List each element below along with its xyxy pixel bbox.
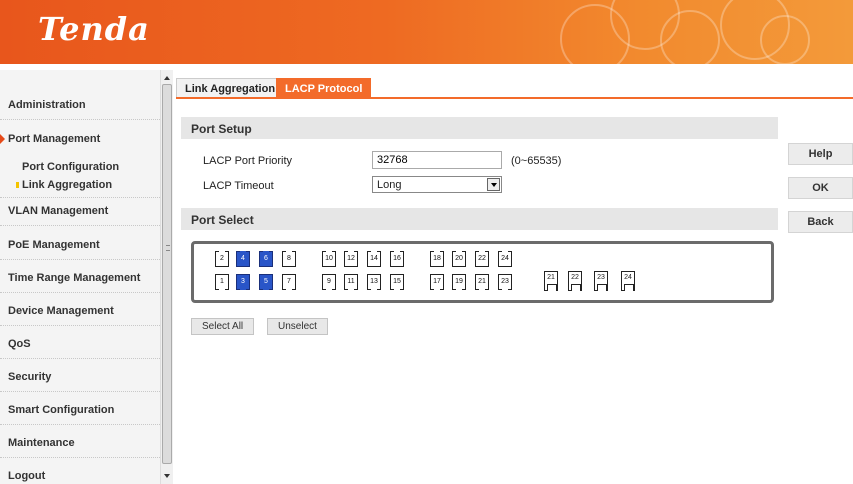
port-3[interactable]: 3 [236,274,250,290]
lacp-timeout-label: LACP Timeout [203,180,274,192]
sidebar-item-label: Logout [8,470,46,482]
port-2[interactable]: 2 [215,251,229,267]
sidebar-item-link-aggregation[interactable]: Link Aggregation [0,176,160,198]
port-21[interactable]: 21 [475,274,489,290]
section-title: Port Select [191,213,254,227]
sidebar-item-label: Link Aggregation [22,179,113,191]
header-banner: Tenda [0,0,853,64]
sfp-port-24[interactable]: 24 [621,271,635,291]
port-select-header: Port Select [181,208,778,230]
help-button[interactable]: Help [788,143,853,165]
sidebar-item-qos[interactable]: QoS [0,329,160,359]
port-19[interactable]: 19 [452,274,466,290]
port-18[interactable]: 18 [430,251,444,267]
sidebar-item-label: Smart Configuration [8,404,115,416]
port-23[interactable]: 23 [498,274,512,290]
sidebar-item-time-range-management[interactable]: Time Range Management [0,263,160,293]
port-panel: 2 4 6 8 10 12 14 16 18 20 22 24 1 3 5 7 … [191,241,774,303]
active-marker-icon [16,182,19,188]
sidebar-item-label: Administration [8,99,86,111]
port-5[interactable]: 5 [259,274,273,290]
grip-icon [166,245,170,251]
port-8[interactable]: 8 [282,251,296,267]
port-22[interactable]: 22 [475,251,489,267]
scroll-thumb[interactable] [162,84,172,464]
sidebar-item-port-management[interactable]: Port Management [0,124,160,154]
expand-arrow-icon [0,134,5,144]
lacp-priority-label: LACP Port Priority [203,155,293,167]
ok-button[interactable]: OK [788,177,853,199]
chevron-down-icon[interactable] [487,178,500,191]
port-14[interactable]: 14 [367,251,381,267]
sidebar-item-smart-configuration[interactable]: Smart Configuration [0,395,160,425]
sidebar: Administration Port Management Port Conf… [0,70,160,484]
tab-link-aggregation[interactable]: Link Aggregation [176,78,285,98]
sidebar-item-label: Device Management [8,305,114,317]
sidebar-item-port-configuration[interactable]: Port Configuration [0,158,160,176]
lacp-priority-input[interactable] [372,151,502,169]
decor-circle [660,10,720,64]
back-button[interactable]: Back [788,211,853,233]
sidebar-scrollbar[interactable] [160,70,173,484]
port-17[interactable]: 17 [430,274,444,290]
sidebar-item-poe-management[interactable]: PoE Management [0,230,160,260]
sidebar-item-administration[interactable]: Administration [0,90,160,120]
sidebar-item-logout[interactable]: Logout [0,461,160,484]
section-title: Port Setup [191,122,252,136]
port-6[interactable]: 6 [259,251,273,267]
port-20[interactable]: 20 [452,251,466,267]
port-15[interactable]: 15 [390,274,404,290]
sidebar-item-security[interactable]: Security [0,362,160,392]
priority-range-hint: (0~65535) [511,155,562,167]
select-value: Long [377,179,402,191]
sidebar-item-label: Port Configuration [22,161,120,173]
tab-underline [176,97,853,99]
sidebar-item-label: QoS [8,338,31,350]
sfp-port-23[interactable]: 23 [594,271,608,291]
port-11[interactable]: 11 [344,274,358,290]
tenda-logo: Tenda [38,10,150,48]
port-7[interactable]: 7 [282,274,296,290]
port-4[interactable]: 4 [236,251,250,267]
sidebar-item-vlan-management[interactable]: VLAN Management [0,196,160,226]
port-12[interactable]: 12 [344,251,358,267]
scroll-down-icon[interactable] [164,474,170,478]
sfp-port-21[interactable]: 21 [544,271,558,291]
port-16[interactable]: 16 [390,251,404,267]
port-10[interactable]: 10 [322,251,336,267]
port-setup-header: Port Setup [181,117,778,139]
sidebar-item-label: PoE Management [8,239,100,251]
sfp-port-22[interactable]: 22 [568,271,582,291]
sidebar-item-label: Time Range Management [8,272,141,284]
sidebar-item-maintenance[interactable]: Maintenance [0,428,160,458]
unselect-button[interactable]: Unselect [267,318,328,335]
sidebar-item-device-management[interactable]: Device Management [0,296,160,326]
port-13[interactable]: 13 [367,274,381,290]
decor-circle [760,15,810,64]
sidebar-item-label: VLAN Management [8,205,109,217]
scroll-up-icon[interactable] [164,76,170,80]
select-all-button[interactable]: Select All [191,318,255,335]
port-9[interactable]: 9 [322,274,336,290]
sidebar-item-label: Maintenance [8,437,75,449]
port-24[interactable]: 24 [498,251,512,267]
port-1[interactable]: 1 [215,274,229,290]
lacp-timeout-select[interactable]: Long [372,176,502,193]
sidebar-item-label: Security [8,371,52,383]
tab-lacp-protocol[interactable]: LACP Protocol [276,78,372,98]
sidebar-item-label: Port Management [8,133,101,145]
